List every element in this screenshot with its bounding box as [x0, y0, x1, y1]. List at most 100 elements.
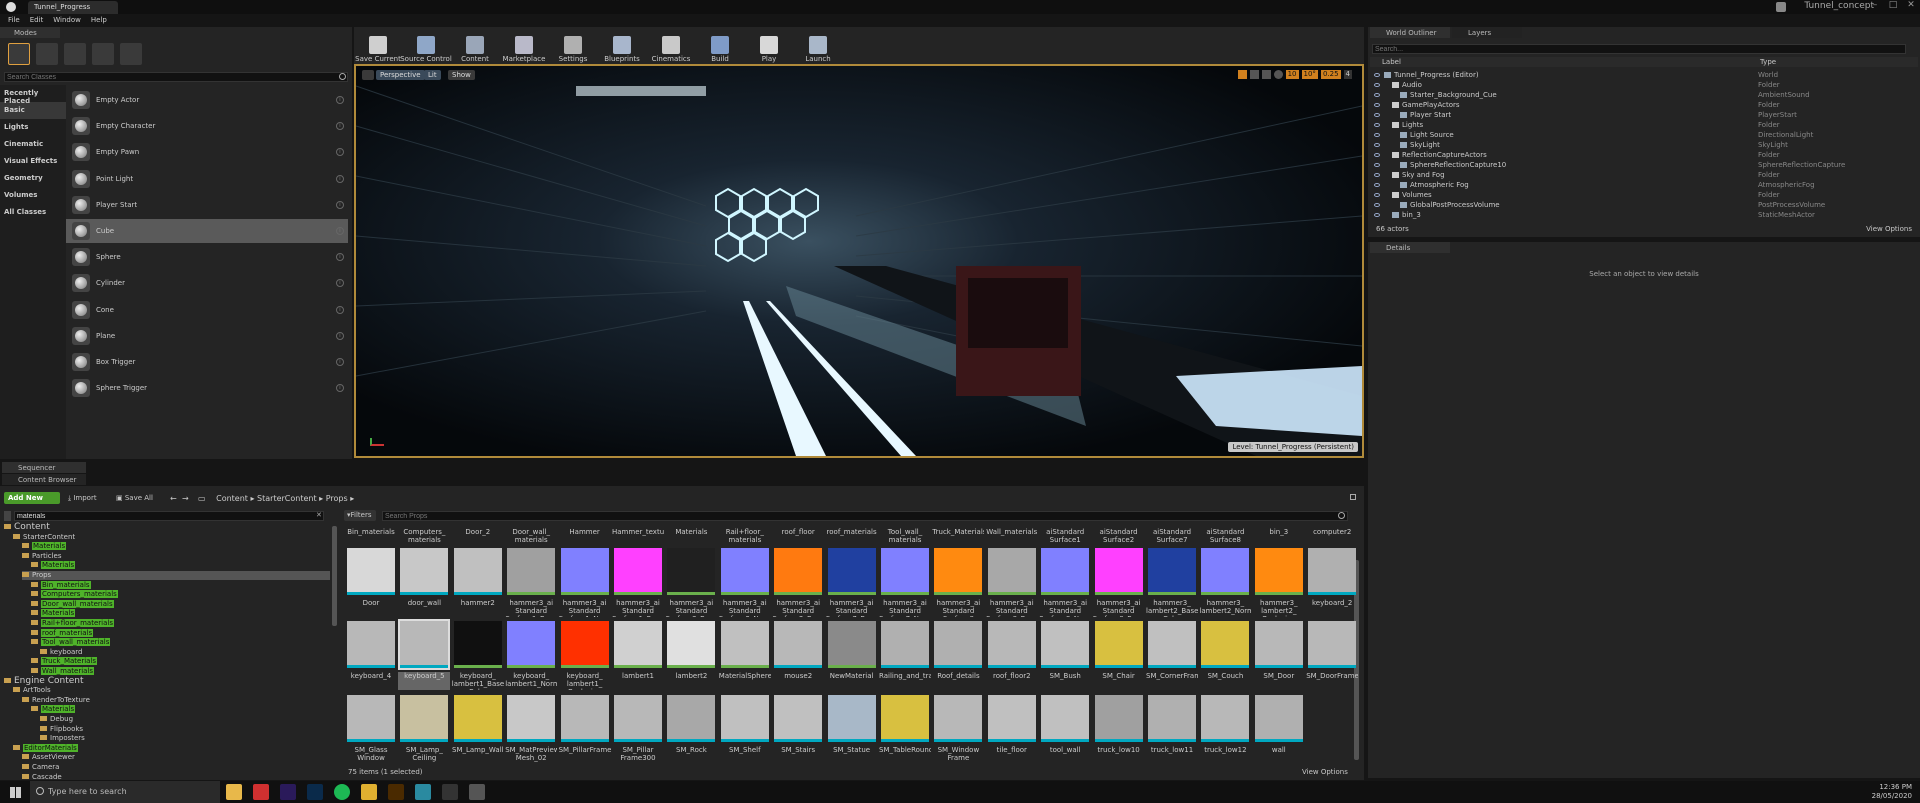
- visibility-eye-icon[interactable]: [1374, 183, 1380, 187]
- actor-cylinder[interactable]: Cylinder i: [66, 271, 348, 295]
- mode-landscape-icon[interactable]: [64, 43, 86, 65]
- folder-aistandard-surface2[interactable]: aiStandard Surface2: [1093, 528, 1145, 546]
- outliner-row[interactable]: Light Source DirectionalLight: [1370, 130, 1906, 140]
- asset-sm-chair[interactable]: [1094, 621, 1143, 668]
- mode-geometry-icon[interactable]: [120, 43, 142, 65]
- asset-roof-details[interactable]: [934, 621, 983, 668]
- asset-truck-low12[interactable]: [1201, 695, 1250, 742]
- asset-hammer3-ai-standard-surface1-normal[interactable]: [560, 548, 609, 595]
- tree-folder-startercontent[interactable]: StarterContent: [13, 533, 75, 542]
- visibility-eye-icon[interactable]: [1374, 83, 1380, 87]
- asset-wall[interactable]: [1254, 695, 1303, 742]
- visibility-eye-icon[interactable]: [1374, 203, 1380, 207]
- taskbar-search[interactable]: Type here to search: [30, 781, 220, 803]
- folder-bin-materials[interactable]: Bin_materials: [345, 528, 397, 546]
- clear-search-icon[interactable]: ✕: [316, 511, 322, 519]
- rotation-snap-value[interactable]: 10°: [1301, 70, 1318, 79]
- tree-folder-arttools[interactable]: ArtTools: [13, 686, 51, 695]
- marketplace-button[interactable]: Marketplace: [501, 29, 547, 63]
- visibility-eye-icon[interactable]: [1374, 103, 1380, 107]
- tree-folder-truck-materials[interactable]: Truck_Materials: [31, 657, 98, 666]
- asset-hammer3-ai-standard-surface1-base[interactable]: [507, 548, 556, 595]
- translate-icon[interactable]: [1237, 70, 1247, 79]
- outliner-row[interactable]: GlobalPostProcessVolume PostProcessVolume: [1370, 200, 1906, 210]
- menu-help[interactable]: Help: [91, 16, 107, 25]
- folder-hammer-textures[interactable]: Hammer_textures: [612, 528, 664, 546]
- tree-folder-debug[interactable]: Debug: [40, 715, 73, 724]
- outliner-row[interactable]: SphereReflectionCapture10 SphereReflectio…: [1370, 160, 1906, 170]
- visibility-eye-icon[interactable]: [1374, 123, 1380, 127]
- world-icon[interactable]: [1273, 70, 1283, 79]
- asset-sm-couch[interactable]: [1201, 621, 1250, 668]
- chrome-icon[interactable]: [361, 784, 377, 800]
- outliner-row[interactable]: Tunnel_Progress (Editor) World: [1370, 70, 1906, 80]
- outliner-view-options[interactable]: View Options: [1866, 225, 1912, 233]
- folder-truck-materials[interactable]: Truck_Materials: [932, 528, 984, 546]
- tree-scrollbar[interactable]: [332, 526, 337, 626]
- after-effects-icon[interactable]: [280, 784, 296, 800]
- clock[interactable]: 12:36 PM 28/05/2020: [1872, 783, 1912, 801]
- folder-search-input[interactable]: [14, 511, 324, 521]
- visibility-eye-icon[interactable]: [1374, 173, 1380, 177]
- maximize-button[interactable]: □: [1884, 0, 1902, 14]
- asset-hammer3-ai-standard-surface2-base[interactable]: [667, 548, 716, 595]
- details-tab[interactable]: Details: [1370, 242, 1450, 253]
- asset-hammer3-lambert2-base-color[interactable]: [1148, 548, 1196, 595]
- asset-mouse2[interactable]: [774, 621, 823, 668]
- category-volumes[interactable]: Volumes: [0, 187, 66, 204]
- asset-view-options[interactable]: View Options: [1302, 768, 1348, 776]
- tree-folder-materials[interactable]: Materials: [31, 561, 76, 570]
- actor-empty-character[interactable]: Empty Character i: [66, 114, 348, 138]
- photoshop-icon[interactable]: [307, 784, 323, 800]
- content-button[interactable]: Content: [452, 29, 498, 63]
- asset-keyboard-4[interactable]: [347, 621, 395, 668]
- mode-foliage-icon[interactable]: [92, 43, 114, 65]
- info-icon[interactable]: i: [336, 384, 344, 393]
- outliner-row[interactable]: Lights Folder: [1370, 120, 1906, 130]
- modes-tab[interactable]: Modes: [0, 27, 60, 38]
- rotate-icon[interactable]: [1249, 70, 1259, 79]
- asset-hammer3-ai-standard-surface7-normal[interactable]: [881, 548, 929, 595]
- cinematics-button[interactable]: Cinematics: [648, 29, 694, 63]
- breadcrumb-props[interactable]: Props: [326, 494, 348, 503]
- play-button[interactable]: Play: [746, 29, 792, 63]
- info-icon[interactable]: i: [336, 122, 344, 131]
- windows-start-icon[interactable]: [10, 787, 21, 798]
- menu-window[interactable]: Window: [53, 16, 81, 25]
- show-button[interactable]: Show: [448, 70, 475, 80]
- outliner-row[interactable]: Volumes Folder: [1370, 190, 1906, 200]
- world-outliner-tab[interactable]: World Outliner: [1370, 27, 1450, 38]
- camera-speed-value[interactable]: 4: [1343, 70, 1352, 79]
- folder-hammer[interactable]: Hammer: [559, 528, 611, 546]
- outliner-search-input[interactable]: [1372, 44, 1906, 54]
- category-lights[interactable]: Lights: [0, 119, 66, 136]
- outliner-row[interactable]: Starter_Background_Cue AmbientSound: [1370, 90, 1906, 100]
- close-button[interactable]: ✕: [1902, 0, 1920, 14]
- outliner-row[interactable]: Player Start PlayerStart: [1370, 110, 1906, 120]
- import-button[interactable]: ⤓ Import: [68, 494, 97, 503]
- outliner-row[interactable]: ReflectionCaptureActors Folder: [1370, 150, 1906, 160]
- tree-folder-editormaterials[interactable]: EditorMaterials: [13, 743, 78, 753]
- asset-keyboard-5[interactable]: [398, 619, 451, 670]
- asset-hammer2[interactable]: [453, 548, 502, 595]
- tree-folder-particles[interactable]: Particles: [22, 552, 62, 561]
- settings-button[interactable]: Settings: [550, 29, 596, 63]
- asset-sm-matpreview-mesh-02[interactable]: [507, 695, 556, 742]
- file-explorer-icon[interactable]: [226, 784, 242, 800]
- folder-aistandard-surface8[interactable]: aiStandard Surface8: [1199, 528, 1251, 546]
- outliner-row[interactable]: Sky and Fog Folder: [1370, 170, 1906, 180]
- asset-sm-rock[interactable]: [667, 695, 716, 742]
- tree-folder-camera[interactable]: Camera: [22, 763, 59, 772]
- tree-folder-door-wall-materials[interactable]: Door_wall_materials: [31, 599, 114, 609]
- perspective-button[interactable]: Perspective: [376, 70, 425, 80]
- asset-materialsphere[interactable]: [720, 621, 769, 668]
- asset-sm-glass-window[interactable]: [347, 695, 395, 742]
- content-browser-tab[interactable]: Content Browser: [2, 474, 86, 485]
- asset-search-input[interactable]: [382, 511, 1348, 521]
- tree-folder-tool-wall-materials[interactable]: Tool_wall_materials: [31, 638, 111, 647]
- outliner-row[interactable]: SkyLight SkyLight: [1370, 140, 1906, 150]
- scale-icon[interactable]: [1261, 70, 1271, 79]
- folder-aistandard-surface1[interactable]: aiStandard Surface1: [1039, 528, 1091, 546]
- visibility-eye-icon[interactable]: [1374, 163, 1380, 167]
- folder-door-wall-materials[interactable]: Door_wall_ materials: [505, 528, 557, 546]
